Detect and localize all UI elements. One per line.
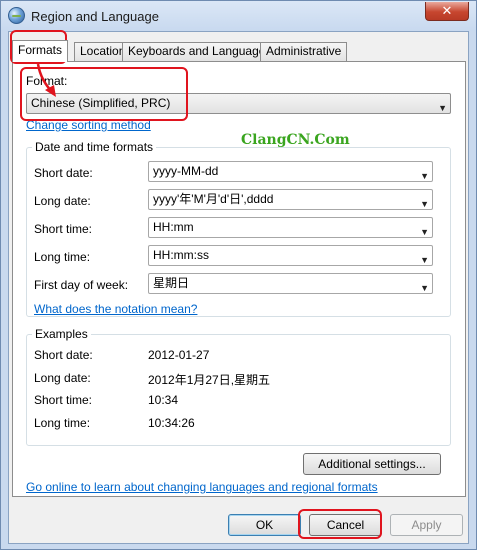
online-languages-link[interactable]: Go online to learn about changing langua…: [26, 480, 378, 494]
watermark-text: ClangCN.Com: [241, 132, 350, 148]
chevron-down-icon: ▼: [420, 283, 429, 293]
window-title: Region and Language: [31, 9, 159, 24]
short-time-dropdown[interactable]: HH:mm ▼: [148, 217, 433, 238]
example-short-date-value: 2012-01-27: [148, 348, 210, 362]
apply-button[interactable]: Apply: [390, 514, 463, 536]
long-date-format-value: yyyy'年'M'月'd'日',dddd: [153, 192, 274, 206]
first-day-of-week-label: First day of week:: [34, 278, 129, 292]
chevron-down-icon: ▼: [420, 171, 429, 181]
tab-keyboards-and-languages[interactable]: Keyboards and Languages: [122, 42, 278, 61]
tab-formats[interactable]: Formats: [12, 40, 69, 62]
chevron-down-icon: ▼: [420, 199, 429, 209]
chevron-down-icon: ▼: [438, 103, 447, 113]
long-time-dropdown[interactable]: HH:mm:ss ▼: [148, 245, 433, 266]
example-short-time-label: Short time:: [34, 393, 93, 407]
annotation-box-format-dropdown: [20, 67, 188, 121]
close-button[interactable]: ✕: [425, 2, 469, 21]
formats-panel: Format: Chinese (Simplified, PRC) ▼ Chan…: [12, 61, 466, 497]
short-date-label: Short date:: [34, 166, 93, 180]
short-date-format-value: yyyy-MM-dd: [153, 164, 219, 178]
tab-administrative[interactable]: Administrative: [260, 42, 348, 61]
examples-title: Examples: [32, 327, 91, 341]
example-long-time-label: Long time:: [34, 416, 91, 430]
example-long-date-label: Long date:: [34, 371, 91, 385]
short-time-label: Short time:: [34, 222, 93, 236]
long-date-label: Long date:: [34, 194, 91, 208]
notation-help-link[interactable]: What does the notation mean?: [34, 302, 197, 316]
chevron-down-icon: ▼: [420, 255, 429, 265]
long-time-format-value: HH:mm:ss: [153, 248, 209, 262]
example-long-date-value: 2012年1月27日,星期五: [148, 373, 271, 387]
example-short-date-label: Short date:: [34, 348, 93, 362]
example-short-time-value: 10:34: [148, 393, 179, 407]
ok-button[interactable]: OK: [228, 514, 301, 536]
annotation-box-cancel-button: [298, 509, 382, 539]
long-date-dropdown[interactable]: yyyy'年'M'月'd'日',dddd ▼: [148, 189, 433, 210]
first-day-of-week-value: 星期日: [153, 276, 190, 290]
long-time-label: Long time:: [34, 250, 91, 264]
globe-icon: [8, 7, 25, 24]
first-day-of-week-dropdown[interactable]: 星期日 ▼: [148, 273, 433, 294]
title-bar[interactable]: Region and Language ✕: [1, 1, 476, 31]
chevron-down-icon: ▼: [420, 227, 429, 237]
short-time-format-value: HH:mm: [153, 220, 194, 234]
short-date-dropdown[interactable]: yyyy-MM-dd ▼: [148, 161, 433, 182]
additional-settings-button[interactable]: Additional settings...: [303, 453, 441, 475]
date-time-formats-title: Date and time formats: [32, 140, 157, 154]
example-long-time-value: 10:34:26: [148, 416, 195, 430]
